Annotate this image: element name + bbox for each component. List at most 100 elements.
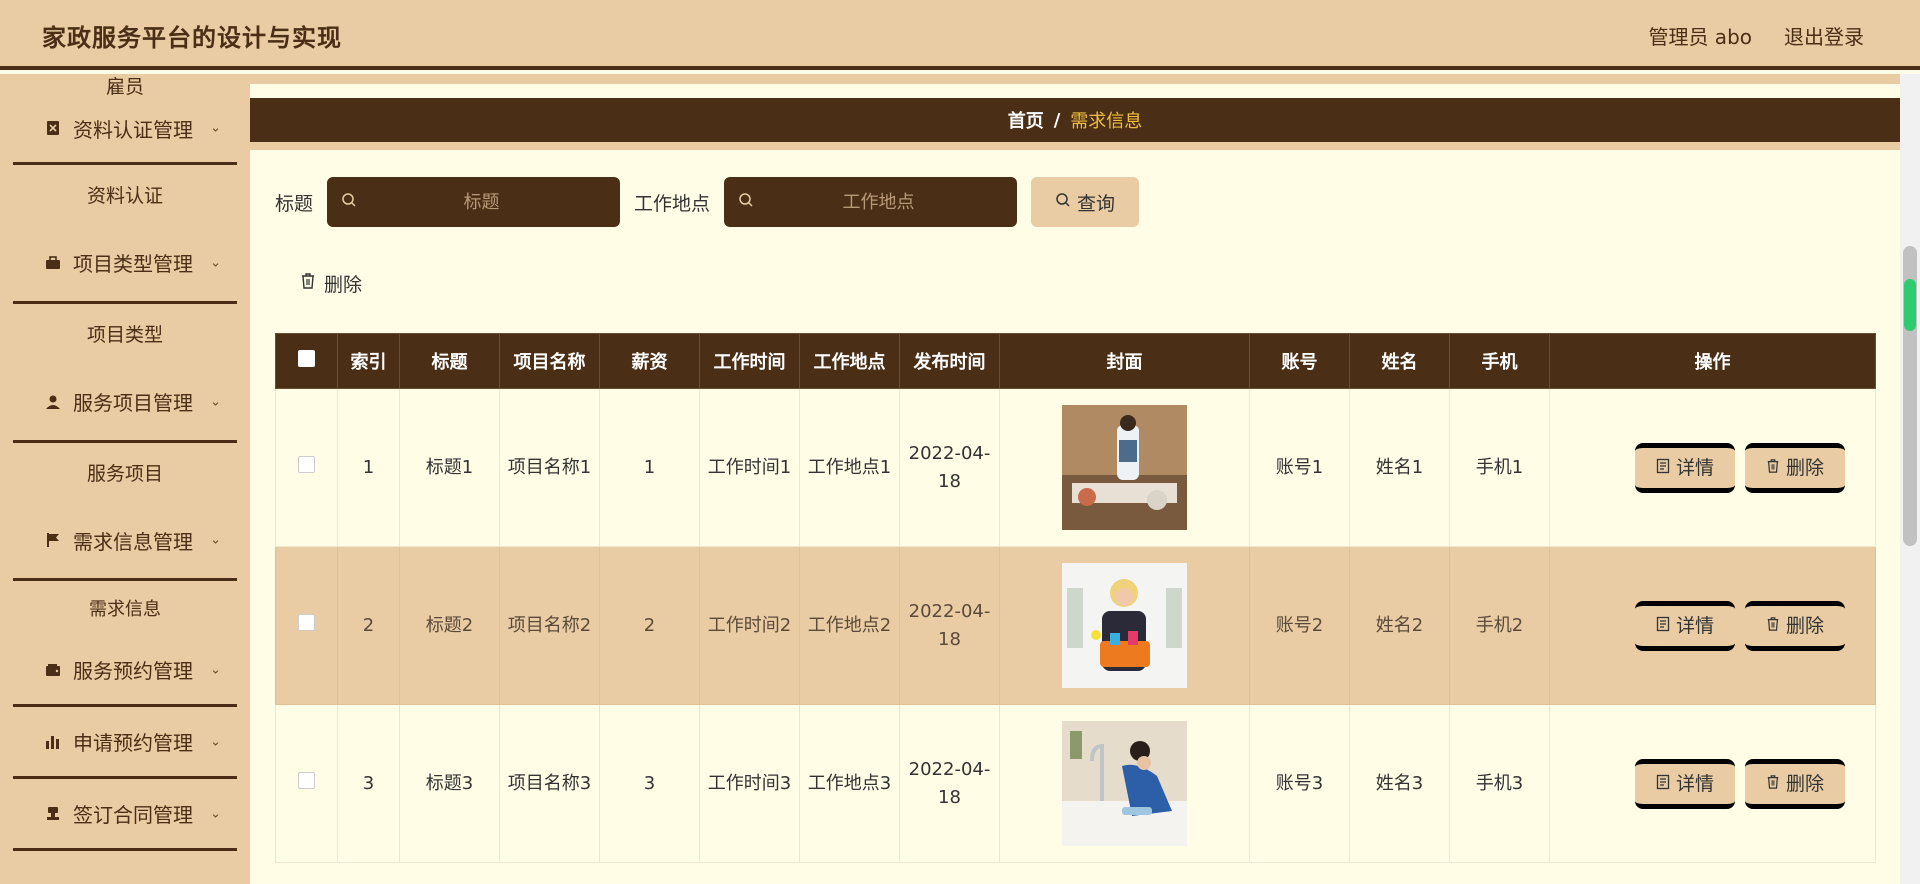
- cell-phone: 手机1: [1449, 388, 1550, 547]
- cell-project: 项目名称2: [499, 546, 600, 705]
- admin-user[interactable]: 管理员 abo: [1648, 21, 1752, 50]
- query-button[interactable]: 查询: [1031, 177, 1140, 227]
- chevron-down-icon: ⌄: [210, 662, 221, 677]
- cell-phone: 手机3: [1449, 704, 1550, 863]
- row-delete-button[interactable]: 删除: [1745, 442, 1845, 493]
- delete-label: 删除: [1785, 614, 1824, 637]
- location-search-field[interactable]: [724, 177, 1018, 227]
- cover-image: [1062, 721, 1187, 846]
- sidebar-item-service-item[interactable]: 服务项目: [0, 443, 250, 502]
- scrollbar-thumb-accent: [1904, 279, 1916, 331]
- breadcrumb-current: 需求信息: [1070, 111, 1143, 132]
- detail-button[interactable]: 详情: [1635, 758, 1735, 809]
- cell-index: 1: [337, 388, 400, 547]
- col-header: 操作: [1549, 333, 1876, 389]
- breadcrumb: 首页 / 需求信息: [250, 98, 1900, 142]
- col-header: 姓名: [1349, 333, 1450, 389]
- cell-name: 姓名2: [1349, 546, 1450, 705]
- cell-cover: [999, 388, 1250, 547]
- header-actions: 管理员 abo 退出登录: [1648, 21, 1864, 50]
- col-header: 手机: [1449, 333, 1550, 389]
- search-form: 标题 工作地点 查询: [275, 177, 1140, 227]
- cell-actions: 详情 删除: [1549, 704, 1876, 863]
- cell-time: 工作时间3: [699, 704, 800, 863]
- title-label: 标题: [275, 192, 314, 215]
- sidebar-group-demand-info[interactable]: 需求信息管理 ⌄: [13, 502, 237, 581]
- chevron-down-icon: ⌄: [210, 806, 221, 821]
- sidebar-group-application[interactable]: 申请预约管理 ⌄: [13, 707, 237, 779]
- col-header: 项目名称: [499, 333, 600, 389]
- stamp-icon: [43, 806, 63, 822]
- sidebar-item-project-type[interactable]: 项目类型: [0, 304, 250, 363]
- row-checkbox[interactable]: [298, 455, 315, 473]
- col-header: 索引: [337, 333, 400, 389]
- row-delete-button[interactable]: 删除: [1745, 600, 1845, 651]
- logout-link[interactable]: 退出登录: [1784, 21, 1864, 50]
- breadcrumb-home[interactable]: 首页: [1008, 107, 1044, 133]
- row-checkbox[interactable]: [298, 613, 315, 631]
- sidebar-group-verification[interactable]: 资料认证管理 ⌄: [13, 94, 237, 165]
- wallet-icon: [43, 663, 63, 677]
- chevron-down-icon: ⌄: [210, 734, 221, 749]
- location-search-input[interactable]: [754, 191, 1004, 213]
- col-header: 封面: [999, 333, 1250, 389]
- sidebar-group-service-item[interactable]: 服务项目管理 ⌄: [13, 363, 237, 443]
- cell-account: 账号3: [1249, 704, 1350, 863]
- breadcrumb-separator: /: [1053, 109, 1061, 131]
- cell-time: 工作时间2: [699, 546, 800, 705]
- chevron-down-icon: ⌄: [210, 255, 221, 270]
- cell-location: 工作地点3: [799, 704, 900, 863]
- id-card-icon: [43, 120, 63, 136]
- document-icon: [1656, 770, 1670, 798]
- title-search-field[interactable]: [327, 177, 621, 227]
- cell-project: 项目名称1: [499, 388, 600, 547]
- table-row: 3 标题3 项目名称3 3 工作时间3 工作地点3 2022-04-18 账号3…: [275, 704, 1876, 863]
- sidebar-group-label: 资料认证管理: [73, 117, 193, 142]
- sidebar-group-label: 签订合同管理: [73, 803, 193, 827]
- sidebar-item-verification[interactable]: 资料认证: [0, 165, 250, 224]
- top-header: 家政服务平台的设计与实现 管理员 abo 退出登录: [0, 0, 1920, 70]
- sidebar-group-contract[interactable]: 签订合同管理 ⌄: [13, 779, 237, 851]
- batch-delete-button[interactable]: 删除: [300, 270, 362, 297]
- col-header: 标题: [399, 333, 500, 389]
- chevron-down-icon: ⌄: [210, 532, 221, 548]
- col-header: 薪资: [599, 333, 700, 389]
- title-search-input[interactable]: [357, 191, 607, 213]
- sidebar-item-demand-info[interactable]: 需求信息: [0, 581, 250, 635]
- cover-image: [1062, 405, 1187, 530]
- detail-label: 详情: [1675, 456, 1714, 479]
- table-header-row: 索引 标题 项目名称 薪资 工作时间 工作地点 发布时间 封面 账号 姓名 手机…: [275, 333, 1876, 389]
- cell-published: 2022-04-18: [899, 704, 1000, 863]
- row-checkbox[interactable]: [298, 771, 315, 789]
- select-all-checkbox[interactable]: [298, 350, 315, 367]
- sidebar-item-employee[interactable]: 雇员: [0, 74, 250, 98]
- cell-title: 标题3: [399, 704, 500, 863]
- detail-button[interactable]: 详情: [1635, 600, 1735, 651]
- delete-label: 删除: [324, 274, 363, 296]
- cover-image: [1062, 563, 1187, 688]
- sidebar-group-label: 需求信息管理: [73, 529, 193, 554]
- cell-project: 项目名称3: [499, 704, 600, 863]
- sidebar-group-service-booking[interactable]: 服务预约管理 ⌄: [13, 635, 237, 707]
- cell-location: 工作地点1: [799, 388, 900, 547]
- cell-index: 2: [337, 546, 400, 705]
- cell-title: 标题1: [399, 388, 500, 547]
- sidebar-group-label: 项目类型管理: [73, 252, 193, 276]
- cell-cover: [999, 546, 1250, 705]
- location-label: 工作地点: [634, 192, 711, 215]
- table-row: 1 标题1 项目名称1 1 工作时间1 工作地点1 2022-04-18 账号1…: [275, 388, 1876, 547]
- delete-label: 删除: [1785, 456, 1824, 479]
- cell-name: 姓名1: [1349, 388, 1450, 547]
- cell-account: 账号1: [1249, 388, 1350, 547]
- page-scrollbar[interactable]: [1900, 74, 1920, 884]
- delete-label: 删除: [1785, 772, 1824, 795]
- sidebar-group-label: 服务项目管理: [73, 391, 193, 415]
- main-content: 首页 / 需求信息 标题 工作地点 查询 删除: [250, 74, 1900, 884]
- sidebar-group-label: 申请预约管理: [73, 731, 193, 755]
- sidebar-group-project-type[interactable]: 项目类型管理 ⌄: [13, 224, 237, 304]
- sidebar: 雇员 资料认证管理 ⌄ 资料认证 项目类型管理 ⌄ 项目类型 服务项目管理 ⌄ …: [0, 74, 250, 884]
- detail-button[interactable]: 详情: [1635, 442, 1735, 493]
- row-delete-button[interactable]: 删除: [1745, 758, 1845, 809]
- trash-icon: [1766, 454, 1780, 482]
- cell-salary: 3: [599, 704, 700, 863]
